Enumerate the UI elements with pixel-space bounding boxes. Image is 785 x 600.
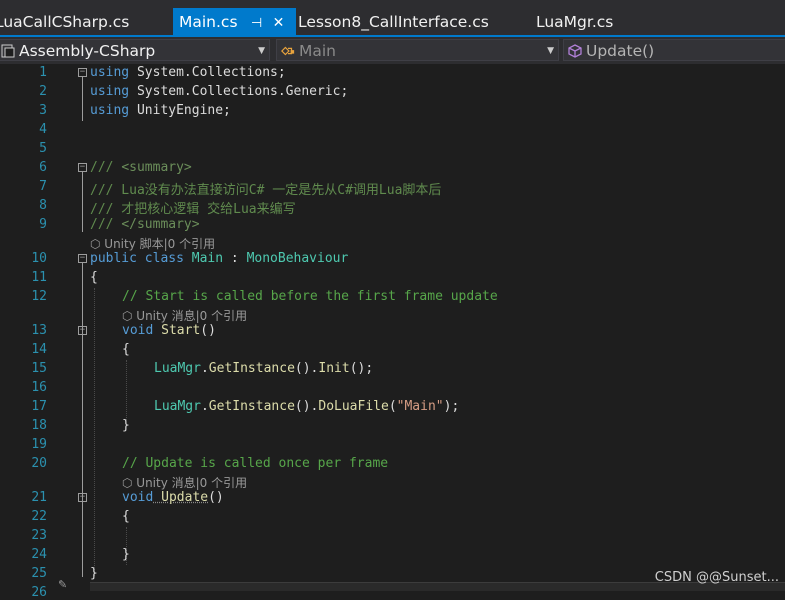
code-editor[interactable]: 1 2 3 4 5 6 7 8 9 10 11 12 13 14 15 16 1… bbox=[0, 64, 785, 600]
indent-guide bbox=[126, 360, 127, 420]
unity-icon: ⬡ bbox=[90, 237, 105, 251]
fold-line bbox=[82, 172, 83, 232]
method-icon bbox=[568, 44, 582, 58]
line-number: 19 bbox=[31, 437, 47, 452]
comment-line: // Start is called before the first fram… bbox=[122, 289, 498, 304]
codelens-class[interactable]: ⬡ Unity 脚本|0 个引用 bbox=[90, 235, 215, 252]
collapse-toggle[interactable]: − bbox=[78, 326, 87, 335]
tab-main[interactable]: Main.cs ⊣ ✕ bbox=[173, 8, 296, 37]
class-icon bbox=[281, 46, 295, 56]
tab-luamgr[interactable]: LuaMgr.cs bbox=[536, 8, 613, 37]
class-name: Main bbox=[299, 42, 337, 60]
tab-luacallcsharp[interactable]: LuaCallCSharp.cs bbox=[0, 8, 129, 37]
tab-lesson8-callinterface[interactable]: Lesson8_CallInterface.cs bbox=[298, 8, 489, 37]
member-dropdown[interactable]: Update() bbox=[563, 39, 785, 61]
close-icon[interactable]: ✕ bbox=[268, 9, 290, 38]
line-number: 23 bbox=[31, 528, 47, 543]
tab-label: LuaMgr.cs bbox=[536, 13, 614, 31]
code-line: using System.Collections; bbox=[90, 65, 286, 80]
code-line: LuaMgr.GetInstance().DoLuaFile("Main"); bbox=[154, 399, 460, 414]
line-number: 10 bbox=[31, 251, 47, 266]
code-line: } bbox=[90, 566, 98, 581]
line-number: 11 bbox=[31, 270, 47, 285]
line-number: 7 bbox=[39, 179, 47, 194]
line-number: 12 bbox=[31, 289, 47, 304]
line-number: 4 bbox=[39, 122, 47, 137]
collapse-toggle[interactable]: − bbox=[78, 254, 87, 263]
code-line: } bbox=[122, 547, 130, 562]
line-number: 16 bbox=[31, 380, 47, 395]
project-name: Assembly-CSharp bbox=[19, 42, 156, 60]
code-line: } bbox=[122, 418, 130, 433]
line-number: 18 bbox=[31, 418, 47, 433]
line-number: 13 bbox=[31, 323, 47, 338]
code-line: void Start() bbox=[122, 323, 216, 338]
code-line: using UnityEngine; bbox=[90, 103, 231, 118]
csharp-project-icon bbox=[1, 44, 15, 58]
edit-pencil-icon: ✎ bbox=[58, 578, 68, 591]
watermark: CSDN @@Sunset... bbox=[654, 570, 779, 585]
line-number: 3 bbox=[39, 103, 47, 118]
collapse-toggle[interactable]: − bbox=[78, 68, 87, 77]
line-number: 20 bbox=[31, 456, 47, 471]
doc-comment-line: /// 才把核心逻辑 交给Lua来编写 bbox=[90, 202, 296, 217]
code-line: LuaMgr.GetInstance().Init(); bbox=[154, 361, 374, 376]
line-number: 26 bbox=[31, 585, 47, 600]
line-number: 22 bbox=[31, 509, 47, 524]
code-line: using System.Collections.Generic; bbox=[90, 84, 349, 99]
code-line: { bbox=[122, 509, 130, 524]
fold-line bbox=[82, 263, 83, 577]
document-tab-strip: LuaCallCSharp.cs Main.cs ⊣ ✕ Lesson8_CallI… bbox=[0, 0, 785, 37]
navigation-bar: Assembly-CSharp ▼ Main ▼ Update() bbox=[0, 37, 785, 65]
comment-line: // Update is called once per frame bbox=[122, 456, 389, 471]
code-line: { bbox=[90, 270, 98, 285]
tab-label: LuaCallCSharp.cs bbox=[0, 13, 130, 31]
line-number: 2 bbox=[39, 84, 47, 99]
line-number: 5 bbox=[39, 141, 47, 156]
line-number: 14 bbox=[31, 342, 47, 357]
unity-icon: ⬡ bbox=[122, 309, 137, 323]
code-line: { bbox=[122, 342, 130, 357]
member-name: Update() bbox=[586, 42, 655, 60]
fold-line bbox=[82, 77, 83, 121]
collapse-toggle[interactable]: − bbox=[78, 163, 87, 172]
class-dropdown[interactable]: Main ▼ bbox=[276, 39, 559, 61]
doc-comment-line: /// Lua没有办法直接访问C# 一定是先从C#调用Lua脚本后 bbox=[90, 183, 442, 198]
doc-comment-line: /// <summary> bbox=[90, 160, 192, 175]
tab-label: Main.cs bbox=[179, 13, 238, 31]
line-number: 21 bbox=[31, 490, 47, 505]
doc-comment-line: /// </summary> bbox=[90, 217, 200, 232]
line-number: 25 bbox=[31, 566, 47, 581]
line-number: 9 bbox=[39, 217, 47, 232]
line-number: 17 bbox=[31, 399, 47, 414]
tab-label: Lesson8_CallInterface.cs bbox=[298, 13, 489, 31]
chevron-down-icon: ▼ bbox=[547, 46, 554, 56]
collapse-toggle[interactable]: − bbox=[78, 493, 87, 502]
codelens-start[interactable]: ⬡ Unity 消息|0 个引用 bbox=[122, 307, 247, 324]
pin-icon[interactable]: ⊣ bbox=[246, 9, 268, 38]
line-number: 8 bbox=[39, 198, 47, 213]
line-number: 6 bbox=[39, 160, 47, 175]
project-dropdown[interactable]: Assembly-CSharp ▼ bbox=[0, 39, 270, 61]
codelens-update[interactable]: ⬡ Unity 消息|0 个引用 bbox=[122, 474, 247, 491]
code-line: public class Main : MonoBehaviour bbox=[90, 251, 349, 266]
line-number: 15 bbox=[31, 361, 47, 376]
chevron-down-icon: ▼ bbox=[258, 46, 265, 56]
unity-icon: ⬡ bbox=[122, 476, 137, 490]
indent-guide bbox=[94, 288, 95, 576]
line-number: 1 bbox=[39, 65, 47, 80]
code-line: void Update() bbox=[122, 490, 224, 505]
line-number: 24 bbox=[31, 547, 47, 562]
